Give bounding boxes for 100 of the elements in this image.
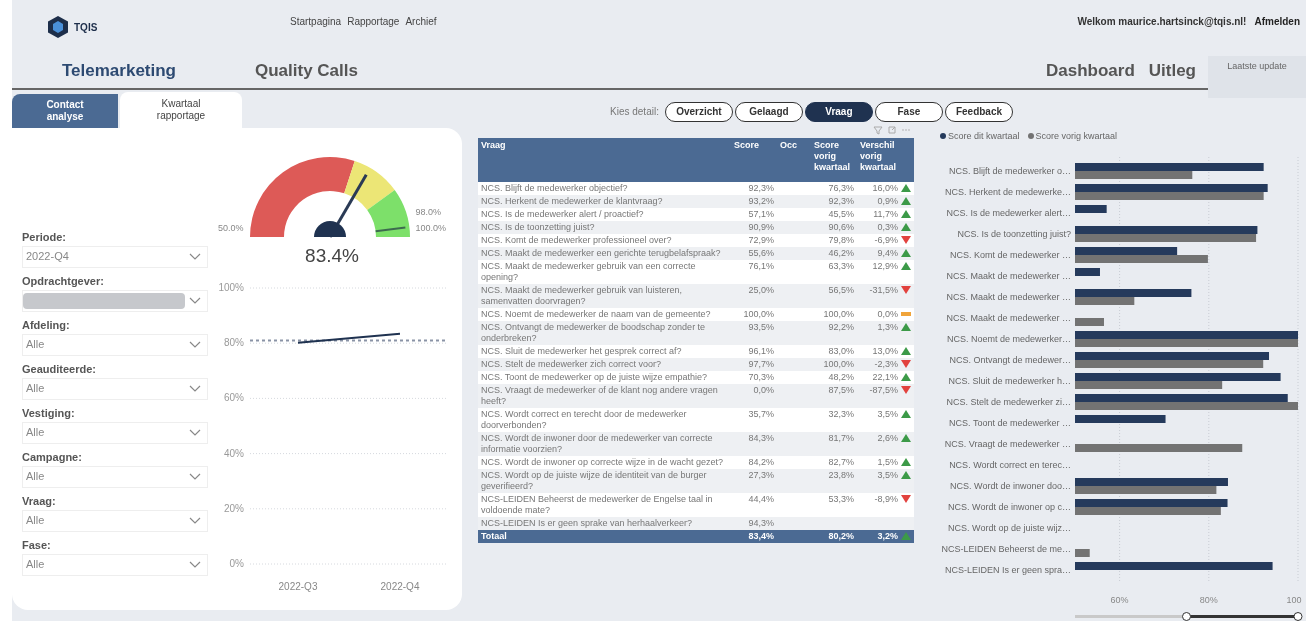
chevron-down-icon xyxy=(189,517,201,524)
report-tab[interactable]: Contact analyse xyxy=(12,93,118,128)
filter-value: Alle xyxy=(26,337,45,353)
table-cell: 72,9% xyxy=(731,233,777,247)
detail-toggle[interactable]: Vraag xyxy=(804,101,873,122)
table-cell: NCS. Is de medewerker alert / proactief? xyxy=(478,207,731,221)
table-cell: 48,2% xyxy=(828,371,854,382)
column-header: Vraag xyxy=(478,137,731,182)
gauge-max-label: 100.0% xyxy=(415,222,447,235)
detail-toggle[interactable]: Fase xyxy=(874,101,943,122)
filter-dropdown[interactable]: Alle xyxy=(22,509,208,532)
filter-dropdown[interactable]: Alle xyxy=(22,377,208,400)
table-cell: 0,3% xyxy=(877,221,898,233)
nav-link[interactable]: Startpagina xyxy=(290,14,342,29)
category-label: NCS. Toont de medewerker … xyxy=(949,416,1071,430)
filter-value: Alle xyxy=(26,557,45,573)
table-cell: NCS. Maakt de medewerker een gerichte terugbelafspraak? xyxy=(478,246,731,260)
table-cell: NCS. Maakt de medewerker gebruik van een correcte opening? xyxy=(478,259,731,284)
gauge-target-label: 98.0% xyxy=(415,205,443,219)
header-link[interactable]: Uitleg xyxy=(1148,58,1196,84)
table-cell: -8,9% xyxy=(874,493,898,505)
table-cell: 45,5% xyxy=(828,208,854,219)
filter-dropdown[interactable]: Alle xyxy=(22,553,208,576)
axis-label: 2022-Q4 xyxy=(380,581,420,592)
axis-label: 0% xyxy=(229,558,244,569)
welcome-text: Welkom maurice.hartsinck@tqis.nl! xyxy=(1077,15,1247,29)
category-label: NCS-LEIDEN Is er geen spra… xyxy=(944,563,1071,577)
table-cell: 92,3% xyxy=(731,181,777,195)
table-cell: NCS. Blijft de medewerker objectief? xyxy=(478,181,731,195)
filter-dropdown[interactable]: Alle xyxy=(22,465,208,488)
table-cell: 100,0% xyxy=(823,308,854,319)
table-cell: -87,5% xyxy=(869,384,898,396)
filter-label: Fase: xyxy=(22,537,52,553)
filter-label: Geauditeerde: xyxy=(22,361,97,377)
chevron-down-icon xyxy=(189,429,201,436)
table-cell: NCS. Stelt de medewerker zich correct voor? xyxy=(478,357,731,371)
expand-icon[interactable] xyxy=(886,123,898,136)
bar xyxy=(1075,268,1100,276)
table-cell: 84,3% xyxy=(731,431,777,456)
category-label: NCS. Maakt de medewerker … xyxy=(946,269,1071,283)
detail-toggle[interactable]: Gelaagd xyxy=(734,101,803,122)
table-cell: 27,3% xyxy=(731,468,777,493)
column-header: Occ xyxy=(777,137,811,182)
detail-label: Kies detail: xyxy=(610,105,659,119)
table-cell: 0,9% xyxy=(877,195,898,207)
table-cell: 11,7% xyxy=(873,208,898,220)
category-label: NCS. Vraagt de medewerker … xyxy=(944,437,1071,451)
table-cell: 3,5% xyxy=(877,408,898,420)
category-label: NCS. Is de medewerker alert… xyxy=(946,206,1071,220)
filter-label: Periode: xyxy=(22,229,67,245)
range-slider[interactable] xyxy=(1075,612,1303,621)
table-cell: 35,7% xyxy=(731,407,777,432)
category-label: NCS. Herkent de medewerke… xyxy=(944,185,1071,199)
category-label: NCS. Wordt de inwoner doo… xyxy=(950,479,1071,493)
total-label: Totaal xyxy=(478,529,731,543)
logo-icon xyxy=(48,16,68,38)
filter-icon[interactable] xyxy=(872,123,884,136)
filter-dropdown[interactable]: Alle xyxy=(22,421,208,444)
axis-label: 20% xyxy=(224,502,244,514)
table-cell: 22,1% xyxy=(872,371,898,383)
category-label: NCS. Wordt correct en terec… xyxy=(949,458,1071,472)
category-label: NCS. Maakt de medewerker … xyxy=(946,311,1071,325)
logout-link[interactable]: Afmelden xyxy=(1254,14,1300,29)
gauge-value: 83.4% xyxy=(305,243,359,268)
table-cell: 100,0% xyxy=(823,358,854,369)
filter-value: Alle xyxy=(26,381,45,397)
table-cell: 87,5% xyxy=(828,384,854,395)
filter-value: Alle xyxy=(26,425,45,441)
table-cell: 76,3% xyxy=(828,182,854,193)
category-label: NCS. Blijft de medewerker o… xyxy=(948,164,1071,178)
table-cell: 93,2% xyxy=(731,194,777,208)
detail-toggle[interactable]: Feedback xyxy=(944,101,1014,122)
table-cell: 44,4% xyxy=(731,492,777,517)
table-cell: 79,8% xyxy=(828,234,854,245)
filter-dropdown[interactable]: 2022-Q4 xyxy=(22,245,208,268)
total-cell: 83,4% xyxy=(731,529,777,543)
category-label: NCS. Wordt op de juiste wijz… xyxy=(948,521,1071,535)
filter-value: Alle xyxy=(26,469,45,485)
report-tab[interactable]: Kwartaal rapportage xyxy=(120,91,242,128)
axis-label: 80% xyxy=(224,337,244,349)
axis-label: 60% xyxy=(1110,595,1129,605)
header-link[interactable]: Dashboard xyxy=(1045,58,1135,84)
nav-link[interactable]: Archief xyxy=(405,14,437,29)
table-cell: NCS-LEIDEN Beheerst de medewerker de Engelse taal in voldoende mate? xyxy=(478,492,731,517)
table-cell: 32,3% xyxy=(828,408,854,419)
table-cell: 53,3% xyxy=(828,493,854,504)
table-cell: 0,0% xyxy=(877,308,898,320)
table-cell: -2,3% xyxy=(874,358,898,370)
page-subtitle: Quality Calls xyxy=(255,60,358,82)
table-cell: 83,0% xyxy=(828,345,854,356)
detail-toggle[interactable]: Overzicht xyxy=(664,101,733,122)
column-header: Score xyxy=(731,137,777,182)
table-cell: NCS. Is de toonzetting juist? xyxy=(478,220,731,234)
table-cell: 56,5% xyxy=(828,284,854,295)
nav-link[interactable]: Rapportage xyxy=(347,14,400,29)
table-cell: 23,8% xyxy=(828,469,854,480)
filter-dropdown[interactable]: Alle xyxy=(22,333,208,356)
filter-dropdown[interactable] xyxy=(22,289,208,312)
table-cell: NCS. Wordt op de juiste wijze de identiteit van de burger geverifieerd? xyxy=(478,468,731,493)
table-cell: NCS. Wordt correct en terecht door de medewerker doorverbonden? xyxy=(478,407,731,432)
